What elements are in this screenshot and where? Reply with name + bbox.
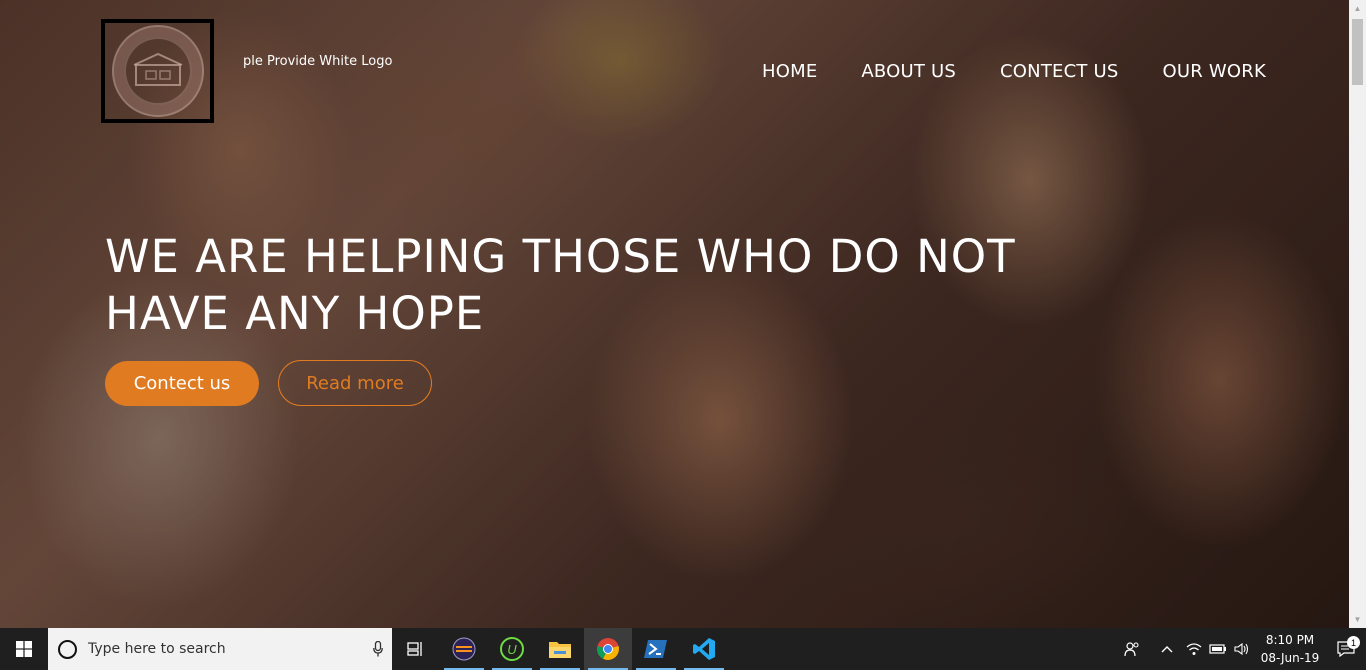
nav-home[interactable]: HOME — [762, 61, 817, 82]
vscode-icon[interactable] — [680, 628, 728, 670]
nav-our-work[interactable]: OUR WORK — [1163, 61, 1266, 82]
svg-text:U: U — [507, 642, 517, 657]
powershell-icon[interactable] — [632, 628, 680, 670]
action-center-icon[interactable]: 1 — [1326, 636, 1366, 657]
file-explorer-icon[interactable] — [536, 628, 584, 670]
notification-count-badge: 1 — [1347, 636, 1360, 649]
nav-contact-us[interactable]: CONTECT US — [1000, 61, 1118, 82]
wifi-icon[interactable] — [1182, 642, 1206, 656]
vertical-scrollbar[interactable]: ▲ ▼ — [1349, 0, 1366, 628]
scroll-up-icon[interactable]: ▲ — [1349, 0, 1366, 17]
microphone-icon[interactable] — [364, 641, 392, 657]
read-more-button[interactable]: Read more — [278, 360, 432, 406]
clock-time: 8:10 PM — [1265, 633, 1315, 647]
clock-date: 08-Jun-19 — [1260, 651, 1320, 665]
taskbar-search-input[interactable]: Type here to search — [48, 628, 392, 670]
upwork-icon[interactable]: U — [488, 628, 536, 670]
contact-us-button[interactable]: Contect us — [105, 361, 259, 406]
windows-logo-icon — [16, 641, 32, 657]
chevron-up-icon[interactable] — [1152, 645, 1182, 653]
task-view-icon[interactable] — [392, 628, 440, 670]
start-button[interactable] — [0, 628, 48, 670]
chrome-icon[interactable] — [584, 628, 632, 670]
battery-icon[interactable] — [1206, 643, 1230, 655]
logo[interactable] — [101, 19, 214, 123]
taskbar-clock[interactable]: 8:10 PM 08-Jun-19 — [1254, 631, 1326, 667]
windows-taskbar: Type here to search U 8:10 PM 08-Jun-19 … — [0, 628, 1366, 670]
hero-headline: WE ARE HELPING THOSE WHO DO NOT HAVE ANY… — [105, 230, 1016, 340]
scroll-down-icon[interactable]: ▼ — [1349, 611, 1366, 628]
cortana-icon — [58, 639, 77, 659]
main-nav: HOME ABOUT US CONTECT US OUR WORK — [762, 61, 1266, 82]
scroll-thumb[interactable] — [1352, 19, 1363, 85]
logo-emblem-icon — [111, 25, 204, 117]
search-placeholder: Type here to search — [88, 641, 226, 657]
people-icon[interactable] — [1120, 641, 1144, 657]
eclipse-icon[interactable] — [440, 628, 488, 670]
logo-text: ple Provide White Logo — [243, 54, 393, 69]
volume-icon[interactable] — [1230, 642, 1254, 656]
system-tray: 8:10 PM 08-Jun-19 1 — [1120, 628, 1366, 670]
nav-about-us[interactable]: ABOUT US — [861, 61, 956, 82]
